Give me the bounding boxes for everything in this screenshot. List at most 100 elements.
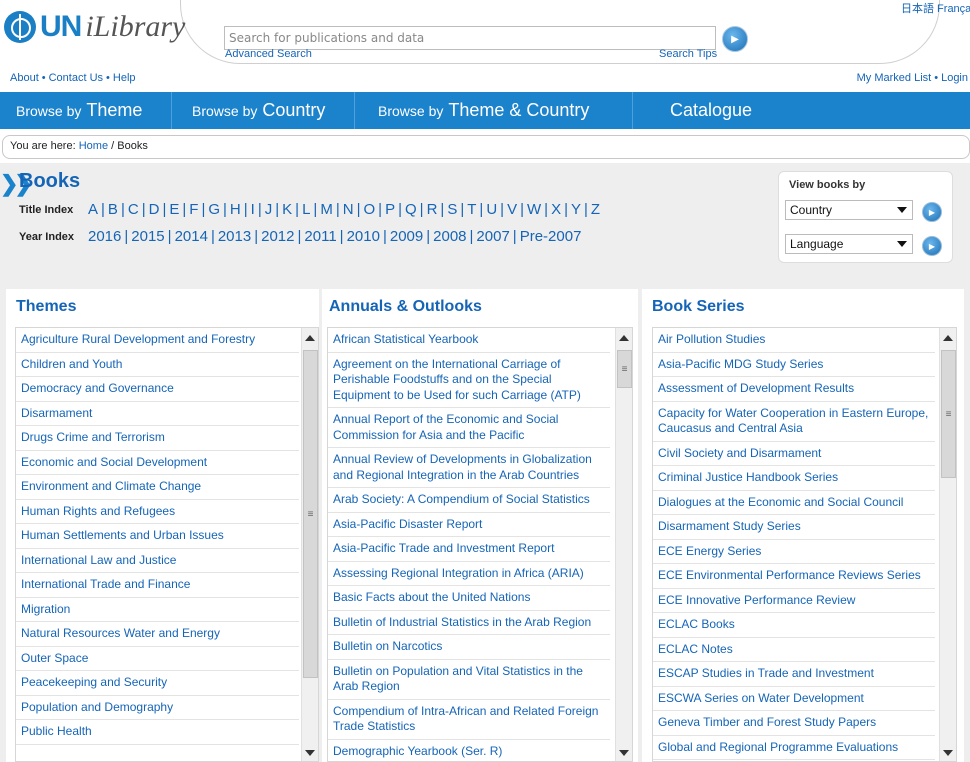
- title-index-letter-link[interactable]: T: [467, 201, 476, 218]
- book-series-list-item[interactable]: Criminal Justice Handbook Series: [653, 466, 935, 491]
- annual-list-item[interactable]: Agreement on the International Carriage …: [328, 353, 610, 408]
- language-switcher[interactable]: 日本語 França: [901, 0, 970, 16]
- title-index-letter-link[interactable]: C: [128, 201, 139, 218]
- title-index-letter-link[interactable]: V: [507, 201, 517, 218]
- book-series-list-item[interactable]: ECE Environmental Performance Reviews Se…: [653, 564, 935, 589]
- title-index-letter-link[interactable]: K: [282, 201, 292, 218]
- language-go-button[interactable]: ▶: [922, 236, 942, 256]
- title-index-letter-link[interactable]: J: [265, 201, 273, 218]
- annual-list-item[interactable]: Compendium of Intra-African and Related …: [328, 700, 610, 740]
- book-series-list-item[interactable]: ECE Energy Series: [653, 540, 935, 564]
- book-series-list-item[interactable]: ESCWA Series on Water Development: [653, 687, 935, 711]
- login-link[interactable]: Login: [941, 72, 968, 84]
- annuals-scrollbar[interactable]: ≡: [615, 328, 632, 761]
- book-series-list-item[interactable]: Asia-Pacific MDG Study Series: [653, 353, 935, 377]
- book-series-list-item[interactable]: ECE Innovative Performance Review: [653, 589, 935, 613]
- annual-list-item[interactable]: Bulletin of Industrial Statistics in the…: [328, 611, 610, 635]
- contact-us-link[interactable]: Contact Us: [49, 72, 103, 84]
- theme-list-item[interactable]: Agriculture Rural Development and Forest…: [16, 328, 299, 353]
- title-index-letter-link[interactable]: X: [551, 201, 561, 218]
- annual-list-item[interactable]: Demographic Yearbook (Ser. R): [328, 740, 610, 762]
- annual-list-item[interactable]: African Statistical Yearbook: [328, 328, 610, 353]
- theme-list-item[interactable]: Public Health: [16, 720, 299, 745]
- book-series-list-item[interactable]: Geneva Timber and Forest Study Papers: [653, 711, 935, 736]
- theme-list-item[interactable]: Peacekeeping and Security: [16, 671, 299, 696]
- book-series-list-item[interactable]: ECLAC Books: [653, 613, 935, 638]
- themes-scrollbar[interactable]: ≡: [301, 328, 318, 761]
- country-select[interactable]: Country: [785, 200, 913, 220]
- theme-list-item[interactable]: Disarmament: [16, 402, 299, 426]
- year-index-link[interactable]: 2012: [261, 228, 294, 245]
- scroll-down-arrow-icon[interactable]: [305, 750, 315, 756]
- search-tips-link[interactable]: Search Tips: [659, 48, 717, 60]
- theme-list-item[interactable]: International Law and Justice: [16, 549, 299, 573]
- year-index-link[interactable]: 2014: [175, 228, 208, 245]
- book-series-list-item[interactable]: Global and Regional Programme Evaluation…: [653, 736, 935, 760]
- annual-list-item[interactable]: Annual Report of the Economic and Social…: [328, 408, 610, 448]
- breadcrumb-home-link[interactable]: Home: [79, 140, 108, 152]
- nav-browse-by-theme[interactable]: Browse by Theme: [0, 92, 172, 129]
- scroll-up-arrow-icon[interactable]: [619, 335, 629, 341]
- book-series-list-item[interactable]: Dialogues at the Economic and Social Cou…: [653, 491, 935, 515]
- title-index-letter-link[interactable]: Y: [571, 201, 581, 218]
- year-index-link[interactable]: 2011: [304, 228, 336, 245]
- book-series-list-item[interactable]: ECLAC Notes: [653, 638, 935, 662]
- scroll-up-arrow-icon[interactable]: [305, 335, 315, 341]
- country-go-button[interactable]: ▶: [922, 202, 942, 222]
- title-index-letter-link[interactable]: Z: [591, 201, 600, 218]
- scroll-down-arrow-icon[interactable]: [943, 750, 953, 756]
- book-series-list-item[interactable]: ESCAP Studies in Trade and Investment: [653, 662, 935, 687]
- annual-list-item[interactable]: Basic Facts about the United Nations: [328, 586, 610, 611]
- book-series-list-item[interactable]: Assessment of Development Results: [653, 377, 935, 402]
- book-series-list-item[interactable]: Disarmament Study Series: [653, 515, 935, 540]
- advanced-search-link[interactable]: Advanced Search: [225, 48, 312, 60]
- theme-list-item[interactable]: Natural Resources Water and Energy: [16, 622, 299, 647]
- annual-list-item[interactable]: Asia-Pacific Trade and Investment Report: [328, 537, 610, 562]
- title-index-letter-link[interactable]: R: [427, 201, 438, 218]
- scroll-up-arrow-icon[interactable]: [943, 335, 953, 341]
- year-index-link[interactable]: 2010: [347, 228, 380, 245]
- nav-catalogue[interactable]: Catalogue: [633, 92, 752, 129]
- theme-list-item[interactable]: Migration: [16, 598, 299, 622]
- annual-list-item[interactable]: Arab Society: A Compendium of Social Sta…: [328, 488, 610, 513]
- theme-list-item[interactable]: Human Rights and Refugees: [16, 500, 299, 524]
- about-link[interactable]: About: [10, 72, 39, 84]
- my-marked-list-link[interactable]: My Marked List: [857, 72, 932, 84]
- year-index-link[interactable]: 2015: [131, 228, 164, 245]
- title-index-letter-link[interactable]: A: [88, 201, 98, 218]
- scroll-down-arrow-icon[interactable]: [619, 750, 629, 756]
- title-index-letter-link[interactable]: B: [108, 201, 118, 218]
- year-index-link[interactable]: 2008: [433, 228, 466, 245]
- book-series-list-item[interactable]: Capacity for Water Cooperation in Easter…: [653, 402, 935, 442]
- year-index-link[interactable]: 2016: [88, 228, 121, 245]
- scroll-thumb[interactable]: ≡: [303, 350, 318, 678]
- book-series-list-item[interactable]: Air Pollution Studies: [653, 328, 935, 353]
- annual-list-item[interactable]: Annual Review of Developments in Globali…: [328, 448, 610, 488]
- scroll-thumb[interactable]: ≡: [941, 350, 956, 478]
- title-index-letter-link[interactable]: F: [189, 201, 198, 218]
- year-index-link[interactable]: 2013: [218, 228, 251, 245]
- theme-list-item[interactable]: Population and Demography: [16, 696, 299, 720]
- search-go-button[interactable]: ▶: [722, 26, 748, 52]
- title-index-letter-link[interactable]: O: [363, 201, 375, 218]
- title-index-letter-link[interactable]: H: [230, 201, 241, 218]
- search-input[interactable]: [225, 27, 715, 49]
- title-index-letter-link[interactable]: D: [149, 201, 160, 218]
- title-index-letter-link[interactable]: Q: [405, 201, 417, 218]
- title-index-letter-link[interactable]: P: [385, 201, 395, 218]
- annual-list-item[interactable]: Bulletin on Population and Vital Statist…: [328, 660, 610, 700]
- year-index-link[interactable]: Pre-2007: [520, 228, 582, 245]
- annual-list-item[interactable]: Assessing Regional Integration in Africa…: [328, 562, 610, 586]
- title-index-letter-link[interactable]: S: [447, 201, 457, 218]
- language-select[interactable]: Language: [785, 234, 913, 254]
- title-index-letter-link[interactable]: M: [320, 201, 333, 218]
- theme-list-item[interactable]: Drugs Crime and Terrorism: [16, 426, 299, 451]
- year-index-link[interactable]: 2009: [390, 228, 423, 245]
- year-index-link[interactable]: 2007: [476, 228, 509, 245]
- help-link[interactable]: Help: [113, 72, 136, 84]
- title-index-letter-link[interactable]: W: [527, 201, 541, 218]
- title-index-letter-link[interactable]: L: [302, 201, 310, 218]
- title-index-letter-link[interactable]: I: [251, 201, 255, 218]
- theme-list-item[interactable]: Children and Youth: [16, 353, 299, 377]
- nav-browse-by-theme-country[interactable]: Browse by Theme & Country: [355, 92, 633, 129]
